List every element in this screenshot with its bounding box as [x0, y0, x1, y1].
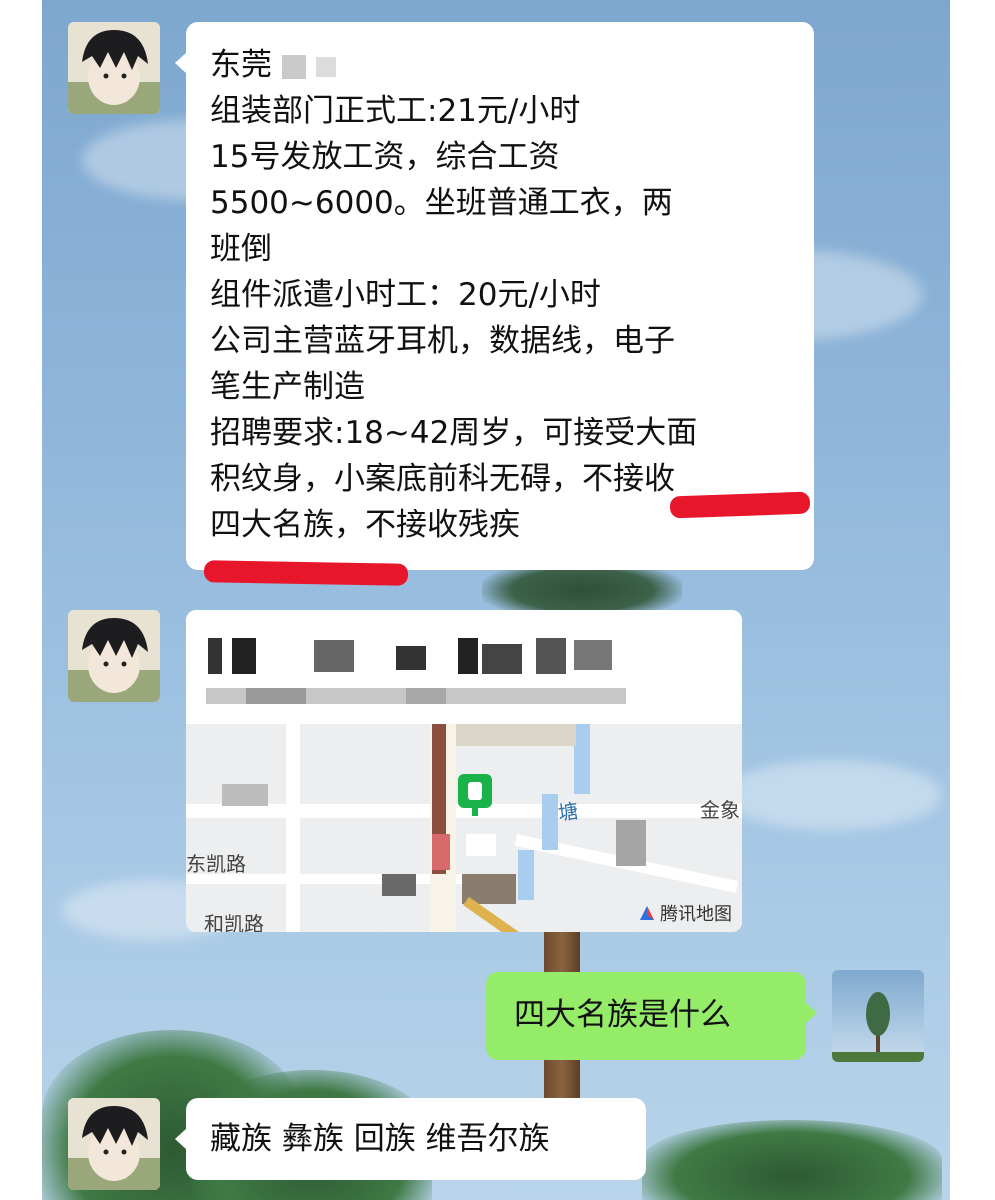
redaction-block — [315, 56, 336, 77]
map-road-label: 和凯路 — [204, 912, 264, 932]
message-line: 15号发放工资，综合工资 — [210, 139, 560, 175]
map-road-label: 东凯路 — [186, 852, 246, 876]
message-text: 藏族 彝族 回族 维吾尔族 — [210, 1121, 550, 1157]
map-preview[interactable]: 东凯路 和凯路 塘 金象 腾讯地图 — [186, 724, 742, 932]
map-watermark-text: 腾讯地图 — [660, 904, 732, 925]
location-title-pixelated — [186, 610, 742, 724]
contact-avatar[interactable] — [68, 1098, 160, 1190]
message-line: 班倒 — [210, 231, 272, 267]
reply-message[interactable]: 藏族 彝族 回族 维吾尔族 — [175, 1098, 646, 1180]
map-watermark: 腾讯地图 — [638, 900, 732, 926]
message-text: 四大名族是什么 — [514, 997, 731, 1033]
location-pin-icon — [456, 772, 494, 816]
contact-avatar[interactable] — [68, 22, 160, 114]
message-line: 东莞 — [210, 42, 814, 88]
map-river-label: 塘 — [556, 798, 580, 826]
redaction-block — [281, 54, 306, 79]
message-line: 5500~6000。坐班普通工衣，两 — [210, 185, 673, 221]
my-avatar[interactable] — [832, 970, 924, 1062]
message-line: 组装部门正式工:21元/小时 — [210, 93, 581, 129]
message-line: 组件派遣小时工：20元/小时 — [210, 277, 601, 313]
location-message-card[interactable]: 东凯路 和凯路 塘 金象 腾讯地图 — [186, 610, 742, 932]
job-post-message[interactable]: 东莞 组装部门正式工:21元/小时 15号发放工资，综合工资 5500~6000… — [175, 22, 814, 570]
my-question-message[interactable]: 四大名族是什么 — [486, 972, 817, 1060]
contact-avatar[interactable] — [68, 610, 160, 702]
message-line: 公司主营蓝牙耳机，数据线，电子 — [210, 323, 675, 359]
tencent-map-logo-icon — [638, 904, 656, 922]
red-underline-mark — [203, 560, 409, 586]
message-line: 招聘要求:18~42周岁，可接受大面 — [210, 415, 698, 451]
message-line: 笔生产制造 — [210, 369, 365, 405]
map-place-label: 金象 — [700, 798, 740, 822]
